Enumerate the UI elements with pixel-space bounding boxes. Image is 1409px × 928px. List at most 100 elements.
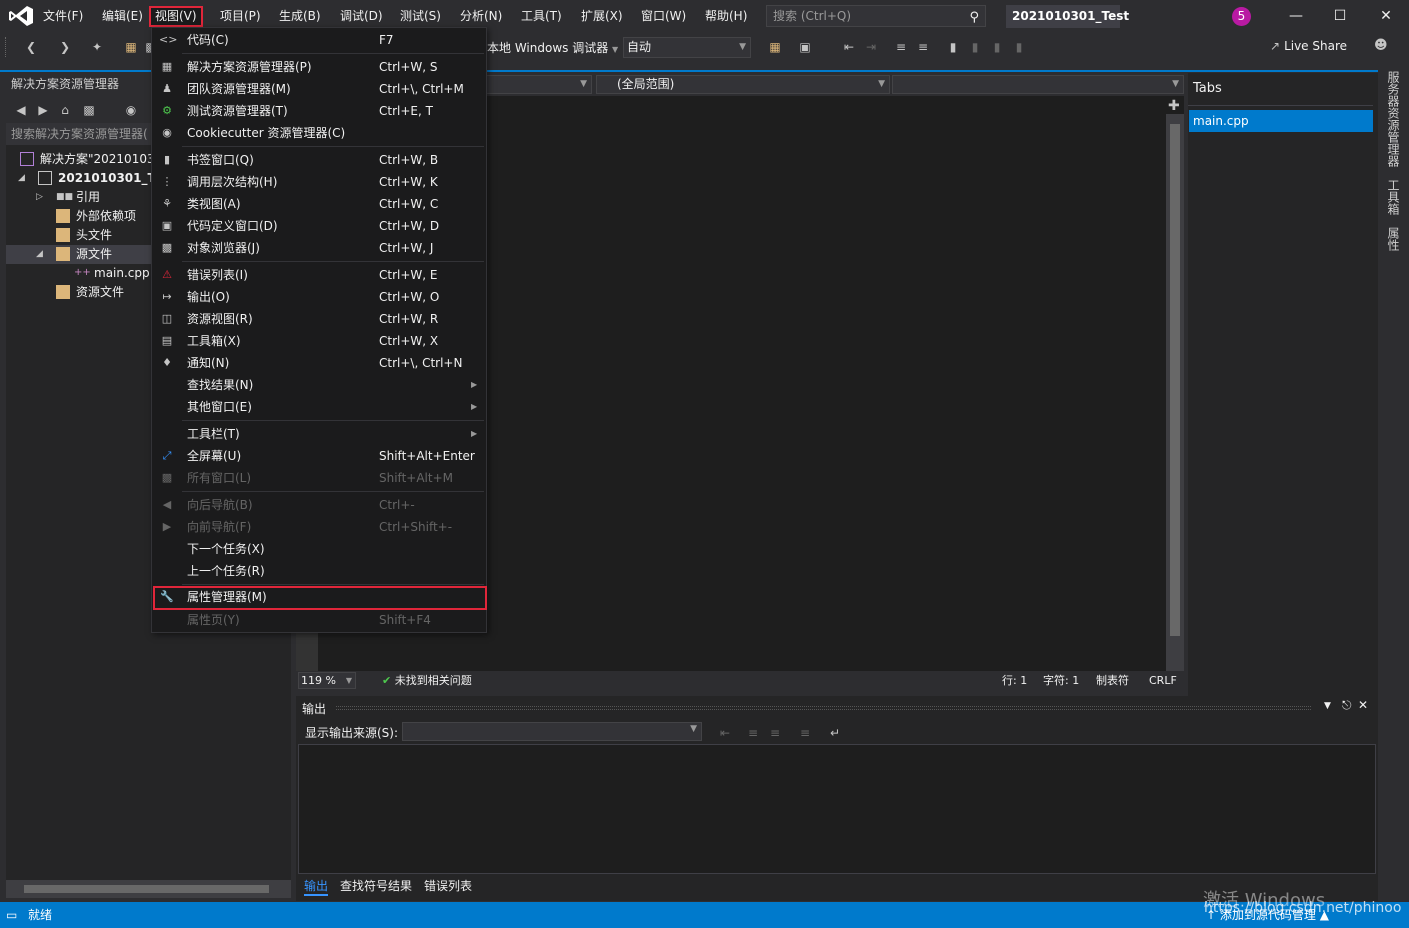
scrollbar-thumb[interactable]	[24, 885, 269, 893]
menu-item-code[interactable]: <> 代码(C) F7	[153, 29, 485, 51]
notification-badge[interactable]: 5	[1232, 7, 1251, 26]
menu-build[interactable]: 生成(B)	[275, 6, 325, 27]
outdent-icon[interactable]: ≡	[914, 38, 932, 56]
menu-item-toolbars[interactable]: 工具栏(T) ▶	[153, 423, 485, 445]
navigate-back-icon[interactable]: ❮	[22, 38, 40, 56]
menu-item-find-results[interactable]: 查找结果(N) ▶	[153, 374, 485, 396]
folder-find-icon[interactable]: ▦	[766, 38, 784, 56]
menu-item-fullscreen[interactable]: ⤢ 全屏幕(U) Shift+Alt+Enter	[153, 445, 485, 467]
config-select[interactable]: 自动 ▼	[623, 37, 751, 58]
menu-item-output[interactable]: ↦ 输出(O) Ctrl+W, O	[153, 286, 485, 308]
tab-find-symbol-results[interactable]: 查找符号结果	[340, 877, 412, 894]
menu-help[interactable]: 帮助(H)	[701, 6, 751, 27]
scrollbar-thumb[interactable]	[1170, 124, 1180, 636]
new-project-icon[interactable]: ✦	[88, 38, 106, 56]
step-icon[interactable]: ⇤	[840, 38, 858, 56]
settings-icon[interactable]: ◉	[122, 101, 140, 119]
tab-error-list[interactable]: 错误列表	[424, 877, 472, 894]
close-icon[interactable]: ✕	[1373, 4, 1399, 28]
minimize-icon[interactable]: —	[1283, 4, 1309, 28]
expand-icon[interactable]: ◢	[36, 245, 43, 264]
tab-output[interactable]: 输出	[304, 877, 329, 896]
menu-item-class-view[interactable]: ⚘ 类视图(A) Ctrl+W, C	[153, 193, 485, 215]
issues-indicator[interactable]: ✔ 未找到相关问题	[382, 671, 472, 690]
menu-project[interactable]: 项目(P)	[216, 6, 265, 27]
menu-item-next-task[interactable]: 下一个任务(X)	[153, 538, 485, 560]
menu-item-cookiecutter[interactable]: ◉ Cookiecutter 资源管理器(C)	[153, 122, 485, 144]
menu-item-label: 对象浏览器(J)	[187, 241, 260, 255]
menu-item-label: 团队资源管理器(M)	[187, 82, 291, 96]
menu-item-team-explorer[interactable]: ♟ 团队资源管理器(M) Ctrl+\, Ctrl+M	[153, 78, 485, 100]
menu-item-previous-task[interactable]: 上一个任务(R)	[153, 560, 485, 582]
menu-item-shortcut: Ctrl+W, R	[379, 312, 439, 326]
maximize-icon[interactable]: ☐	[1327, 4, 1353, 28]
menu-item-resource-view[interactable]: ◫ 资源视图(R) Ctrl+W, R	[153, 308, 485, 330]
zoom-dropdown[interactable]: 119 % ▼	[298, 672, 356, 689]
horizontal-scrollbar[interactable]	[6, 880, 291, 898]
vtab-toolbox[interactable]: 工具箱	[1384, 179, 1402, 215]
menu-item-bookmarks[interactable]: ▮ 书签窗口(Q) Ctrl+W, B	[153, 149, 485, 171]
menu-test[interactable]: 测试(S)	[396, 6, 445, 27]
menu-file[interactable]: 文件(F)	[39, 6, 87, 27]
menu-separator	[182, 261, 484, 262]
menu-separator	[182, 420, 484, 421]
navigate-forward-icon[interactable]: ❯	[56, 38, 74, 56]
menu-item-solution-explorer[interactable]: ▦ 解决方案资源管理器(P) Ctrl+W, S	[153, 56, 485, 78]
chevron-down-icon[interactable]: ▼	[1324, 701, 1331, 711]
menu-item-call-hierarchy[interactable]: ⋮ 调用层次结构(H) Ctrl+W, K	[153, 171, 485, 193]
scope-value: (全局范围)	[617, 77, 675, 91]
switch-view-icon[interactable]: ▩	[80, 101, 98, 119]
output-text-area[interactable]	[298, 744, 1376, 874]
menu-item-shortcut: Ctrl+E, T	[379, 104, 433, 118]
menu-edit[interactable]: 编辑(E)	[98, 6, 147, 27]
visual-studio-logo-icon[interactable]	[8, 5, 34, 27]
chevron-down-icon: ▼	[690, 724, 697, 734]
menu-tools[interactable]: 工具(T)	[517, 6, 566, 27]
menu-item-property-manager[interactable]: 🔧 属性管理器(M)	[153, 586, 487, 610]
bell-icon: ♦	[162, 356, 172, 369]
vtab-server-explorer[interactable]: 服务器资源管理器	[1384, 71, 1402, 167]
local-debugger-button[interactable]: 本地 Windows 调试器 ▼	[487, 39, 618, 56]
live-share-button[interactable]: ↗ Live Share	[1270, 39, 1347, 53]
forward-icon[interactable]: ▶	[34, 101, 52, 119]
menu-debug[interactable]: 调试(D)	[336, 6, 387, 27]
tree-item-label: 源文件	[76, 247, 113, 261]
menu-item-toolbox[interactable]: ▤ 工具箱(X) Ctrl+W, X	[153, 330, 485, 352]
menu-window[interactable]: 窗口(W)	[637, 6, 690, 27]
screenshot-icon[interactable]: ▣	[796, 38, 814, 56]
menu-item-error-list[interactable]: ⚠ 错误列表(I) Ctrl+W, E	[153, 264, 485, 286]
split-icon[interactable]: ✚	[1168, 98, 1180, 114]
indent-icon[interactable]: ≡	[892, 38, 910, 56]
output-source-select[interactable]: ▼	[402, 722, 702, 741]
search-input[interactable]: 搜索 (Ctrl+Q) ⚲	[766, 5, 986, 27]
close-icon[interactable]: ✕	[1358, 698, 1368, 712]
menu-item-test-explorer[interactable]: ⚙ 测试资源管理器(T) Ctrl+E, T	[153, 100, 485, 122]
home-icon[interactable]: ⌂	[56, 101, 74, 119]
bookmark-icon[interactable]: ▮	[944, 38, 962, 56]
word-wrap-icon[interactable]: ↵	[826, 724, 844, 742]
menu-item-notifications[interactable]: ♦ 通知(N) Ctrl+\, Ctrl+N	[153, 352, 485, 374]
scope-dropdown[interactable]: (全局范围) ▼	[596, 75, 890, 94]
collapse-icon[interactable]: ▷	[36, 188, 43, 207]
menu-item-shortcut: Ctrl+W, B	[379, 153, 439, 167]
expand-icon[interactable]: ◢	[18, 169, 25, 188]
menu-item-label: 类视图(A)	[187, 197, 241, 211]
open-folder-icon[interactable]: ▦	[122, 38, 140, 56]
tabs-mode-indicator[interactable]: 制表符	[1096, 671, 1129, 690]
menu-view[interactable]: 视图(V)	[149, 6, 203, 27]
menu-item-other-windows[interactable]: 其他窗口(E) ▶	[153, 396, 485, 418]
feedback-icon[interactable]: ☻	[1374, 38, 1388, 53]
menu-item-code-definition[interactable]: ▣ 代码定义窗口(D) Ctrl+W, D	[153, 215, 485, 237]
menu-item-all-windows: ▩ 所有窗口(L) Shift+Alt+M	[153, 467, 485, 489]
vtab-properties[interactable]: 属性	[1384, 227, 1402, 251]
menu-item-object-browser[interactable]: ▩ 对象浏览器(J) Ctrl+W, J	[153, 237, 485, 259]
back-icon[interactable]: ◀	[12, 101, 30, 119]
vertical-scrollbar[interactable]	[1166, 114, 1184, 671]
line-ending-indicator[interactable]: CRLF	[1149, 671, 1177, 690]
tab-main-cpp[interactable]: main.cpp	[1189, 110, 1373, 132]
menu-extensions[interactable]: 扩展(X)	[577, 6, 627, 27]
menu-analyze[interactable]: 分析(N)	[456, 6, 506, 27]
member-dropdown[interactable]: ▼	[892, 75, 1184, 94]
status-bar: ▭ 就绪 ↑ 添加到源代码管理 ▲	[0, 902, 1409, 928]
pin-icon[interactable]: ⎋	[1342, 698, 1352, 713]
